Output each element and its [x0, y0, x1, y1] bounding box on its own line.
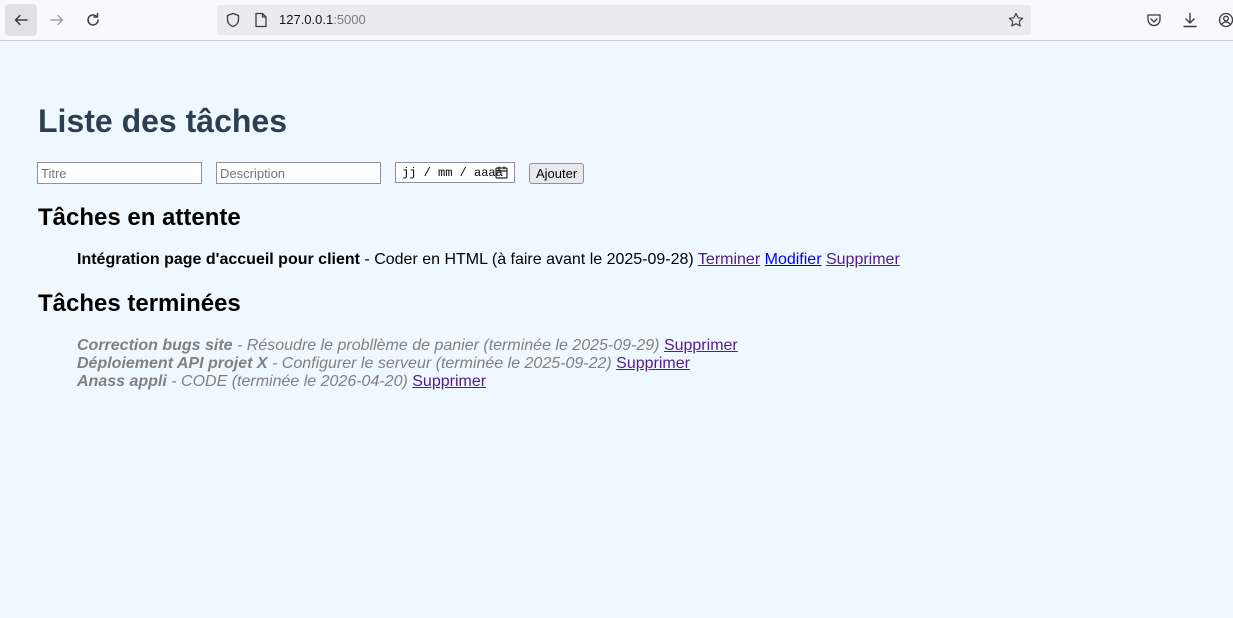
page-icon[interactable] — [254, 12, 268, 28]
list-item: Anass appli - CODE (terminée le 2026-04-… — [77, 373, 738, 391]
account-icon[interactable] — [1218, 12, 1233, 28]
list-item: Intégration page d'accueil pour client -… — [77, 250, 900, 270]
task-details: - CODE (terminée le 2026-04-20) — [166, 373, 408, 390]
url-host: 127.0.0.1 — [279, 12, 334, 27]
done-heading: Tâches terminées — [38, 290, 241, 317]
arrow-right-icon — [50, 14, 64, 26]
description-input[interactable] — [216, 162, 381, 184]
task-title: Anass appli — [77, 373, 167, 390]
shield-icon[interactable] — [225, 12, 241, 28]
calendar-icon[interactable] — [495, 166, 508, 179]
list-item: Correction bugs site - Résoudre le probl… — [77, 337, 738, 355]
task-title: Intégration page d'accueil pour client — [77, 251, 360, 268]
done-list: Correction bugs site - Résoudre le probl… — [77, 337, 738, 391]
delete-link[interactable]: Supprimer — [826, 251, 900, 268]
delete-link[interactable]: Supprimer — [616, 355, 690, 372]
arrow-left-icon — [14, 14, 28, 26]
task-details: - Résoudre le probllème de panier (termi… — [232, 337, 660, 354]
pending-list: Intégration page d'accueil pour client -… — [77, 250, 900, 270]
browser-toolbar: 127.0.0.1:5000 — [0, 0, 1233, 41]
task-details: - Coder en HTML (à faire avant le 2025-0… — [359, 251, 694, 268]
bookmark-star-icon[interactable] — [1008, 12, 1024, 28]
url-text[interactable]: 127.0.0.1:5000 — [279, 12, 366, 27]
back-button[interactable] — [5, 4, 37, 36]
task-title: Correction bugs site — [77, 337, 233, 354]
due-date-input[interactable]: jj / mm / aaaa — [395, 162, 515, 183]
download-icon[interactable] — [1182, 12, 1198, 28]
date-placeholder: jj / mm / aaaa — [402, 165, 503, 180]
add-button[interactable]: Ajouter — [529, 163, 585, 184]
url-bar[interactable]: 127.0.0.1:5000 — [217, 5, 1031, 35]
complete-link[interactable]: Terminer — [698, 251, 760, 268]
list-item: Déploiement API projet X - Configurer le… — [77, 355, 738, 373]
pending-heading: Tâches en attente — [38, 204, 241, 231]
url-port: :5000 — [333, 12, 366, 27]
forward-button[interactable] — [41, 4, 73, 36]
delete-link[interactable]: Supprimer — [664, 337, 738, 354]
page-title: Liste des tâches — [38, 103, 287, 139]
reload-icon — [87, 12, 99, 26]
task-details: - Configurer le serveur (terminée le 202… — [267, 355, 612, 372]
task-title: Déploiement API projet X — [77, 355, 268, 372]
title-input[interactable] — [37, 162, 202, 184]
pocket-icon[interactable] — [1146, 12, 1162, 28]
delete-link[interactable]: Supprimer — [412, 373, 486, 390]
edit-link[interactable]: Modifier — [765, 251, 822, 268]
reload-button[interactable] — [77, 4, 109, 36]
